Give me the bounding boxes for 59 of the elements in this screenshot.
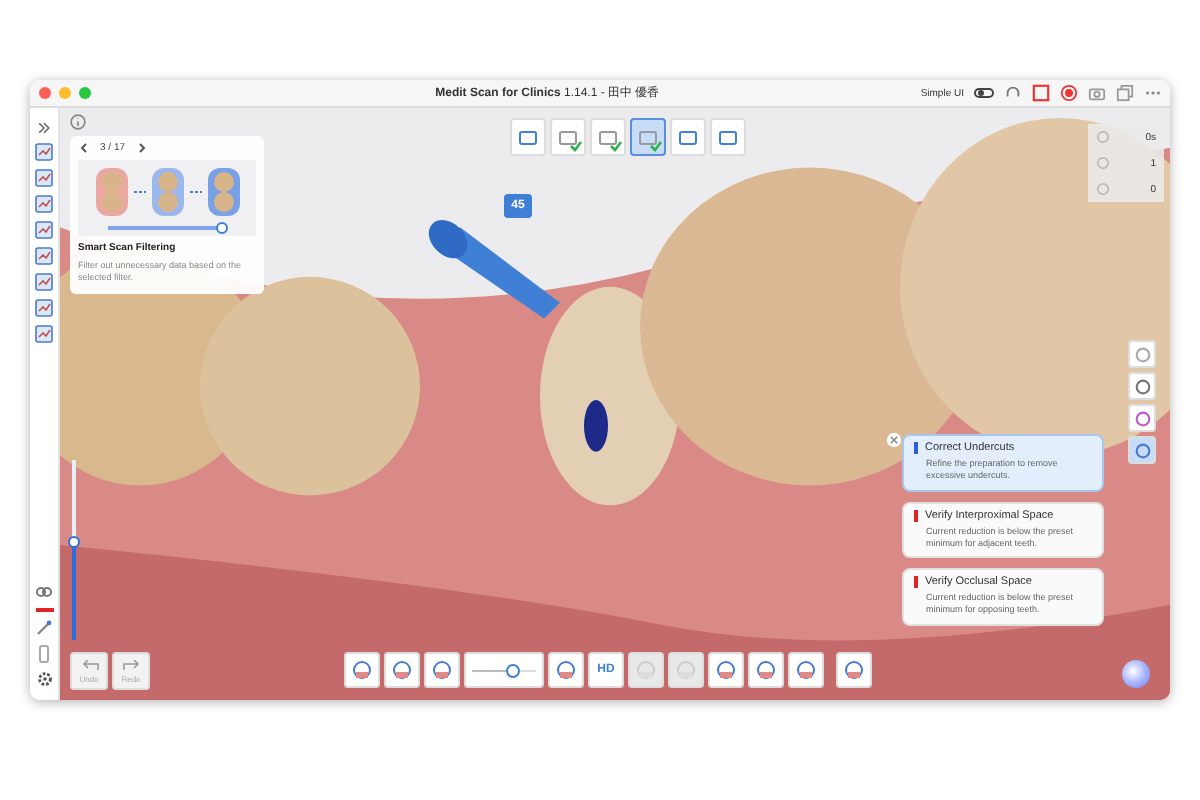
arrow-icon — [121, 659, 141, 671]
tool-icon — [390, 658, 414, 682]
toggle-switch[interactable] — [974, 88, 994, 98]
view-tool-button[interactable] — [1128, 340, 1156, 368]
record-icon[interactable] — [1060, 84, 1078, 102]
tool-icon[interactable] — [34, 246, 54, 266]
frame-icon[interactable] — [1032, 84, 1050, 102]
tool-icon — [714, 658, 738, 682]
window-controls-icon[interactable] — [38, 86, 94, 100]
camera-icon[interactable] — [1088, 84, 1106, 102]
tool-icon — [794, 658, 818, 682]
tool-icon[interactable] — [34, 220, 54, 240]
tool-icon — [554, 658, 578, 682]
previous-icon[interactable] — [78, 142, 90, 154]
tool-icon — [842, 658, 866, 682]
brush-size-slider[interactable] — [464, 652, 544, 688]
toolbar-button[interactable] — [384, 652, 420, 688]
settings-icon[interactable] — [35, 670, 53, 688]
tool-icon[interactable] — [34, 168, 54, 188]
toolbar-button[interactable] — [788, 652, 824, 688]
toolbar-button[interactable] — [748, 652, 784, 688]
tool-icon[interactable] — [34, 272, 54, 292]
check-icon — [650, 140, 662, 152]
tool-icon — [754, 658, 778, 682]
tool-icon — [350, 658, 374, 682]
tool-icon[interactable] — [34, 298, 54, 318]
tool-icon — [674, 658, 698, 682]
arrow-icon — [79, 659, 99, 671]
status-indicator — [35, 608, 53, 612]
tool-icon[interactable] — [34, 194, 54, 214]
stage-button[interactable] — [630, 118, 666, 156]
close-icon[interactable] — [886, 432, 902, 448]
toolbar-button[interactable] — [548, 652, 584, 688]
headset-icon[interactable] — [1004, 84, 1022, 102]
expand-icon[interactable] — [36, 120, 52, 136]
tool-icon — [634, 658, 658, 682]
view-tool-button[interactable] — [1128, 372, 1156, 400]
next-icon[interactable] — [135, 142, 148, 154]
tool-icon[interactable] — [34, 142, 54, 162]
stage-icon — [516, 125, 540, 149]
windows-icon[interactable] — [1116, 84, 1134, 102]
stage-icon — [676, 125, 700, 149]
link-icon[interactable] — [34, 582, 54, 602]
view-tool-button[interactable] — [1128, 404, 1156, 432]
check-icon — [610, 140, 622, 152]
stage-icon — [716, 125, 740, 149]
tool-icon — [430, 658, 454, 682]
info-icon[interactable] — [70, 114, 86, 130]
toolbar-button[interactable] — [708, 652, 744, 688]
toolbar-button[interactable] — [424, 652, 460, 688]
toolbar-button[interactable] — [344, 652, 380, 688]
stage-icon — [636, 125, 660, 149]
view-tool-button[interactable] — [1128, 436, 1156, 464]
stage-icon — [596, 125, 620, 149]
toolbar-button[interactable] — [836, 652, 872, 688]
stage-icon — [556, 125, 580, 149]
tool-icon[interactable] — [34, 324, 54, 344]
check-icon — [570, 140, 582, 152]
wand-icon[interactable] — [34, 618, 54, 638]
